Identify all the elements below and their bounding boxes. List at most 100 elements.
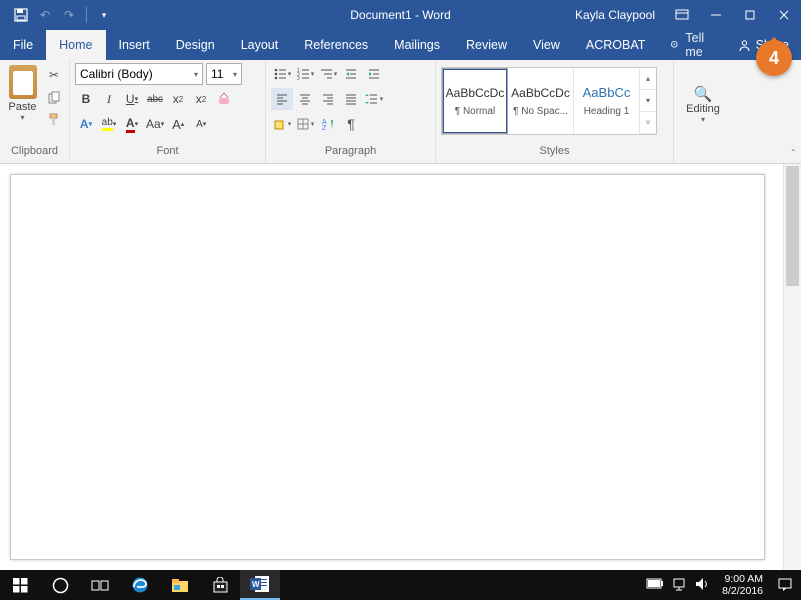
group-label-styles: Styles — [441, 145, 668, 163]
system-tray — [640, 577, 716, 594]
borders-button[interactable]: ▾ — [294, 113, 316, 135]
highlight-button[interactable]: ab▾ — [98, 113, 120, 135]
style-name-nospace: ¶ No Spac... — [513, 106, 568, 117]
tab-acrobat[interactable]: ACROBAT — [573, 30, 659, 60]
ribbon-display-options-icon[interactable] — [665, 0, 699, 30]
network-icon[interactable] — [672, 577, 687, 594]
ribbon: Paste ▾ ✂ Clipboard Calibri (Body)▾ — [0, 60, 801, 164]
tab-review[interactable]: Review — [453, 30, 520, 60]
svg-text:1: 1 — [297, 68, 300, 74]
align-right-button[interactable] — [317, 88, 339, 110]
style-heading1[interactable]: AaBbCc Heading 1 — [574, 68, 640, 134]
title-right: Kayla Claypool — [575, 0, 801, 30]
align-left-button[interactable] — [271, 88, 293, 110]
callout-number: 4 — [769, 48, 779, 69]
align-center-button[interactable] — [294, 88, 316, 110]
style-name-heading1: Heading 1 — [584, 106, 630, 117]
redo-icon[interactable]: ↷ — [58, 4, 80, 26]
callout-marker: 4 — [756, 40, 792, 76]
tab-layout[interactable]: Layout — [228, 30, 292, 60]
minimize-button[interactable] — [699, 0, 733, 30]
cortana-icon[interactable] — [40, 570, 80, 600]
tab-mailings[interactable]: Mailings — [381, 30, 453, 60]
underline-button[interactable]: U▾ — [121, 88, 143, 110]
superscript-button[interactable]: x2 — [190, 88, 212, 110]
store-icon[interactable] — [200, 570, 240, 600]
style-normal[interactable]: AaBbCcDc ¶ Normal — [442, 68, 508, 134]
style-preview: AaBbCcDc — [446, 86, 505, 100]
justify-button[interactable] — [340, 88, 362, 110]
increase-indent-button[interactable] — [363, 63, 385, 85]
styles-row-up-icon[interactable]: ▴ — [640, 68, 656, 90]
battery-icon[interactable] — [646, 578, 664, 592]
decrease-indent-button[interactable] — [340, 63, 362, 85]
editing-dropdown[interactable]: 🔍 Editing ▾ — [679, 63, 727, 145]
taskbar-clock[interactable]: 9:00 AM 8/2/2016 — [716, 573, 769, 597]
bold-button[interactable]: B — [75, 88, 97, 110]
group-label-clipboard: Clipboard — [5, 145, 64, 163]
maximize-button[interactable] — [733, 0, 767, 30]
collapse-ribbon-icon[interactable]: ˆ — [792, 149, 795, 160]
tab-home[interactable]: Home — [46, 30, 105, 60]
group-clipboard: Paste ▾ ✂ Clipboard — [0, 60, 70, 163]
tab-references[interactable]: References — [291, 30, 381, 60]
styles-gallery: AaBbCcDc ¶ Normal AaBbCcDc ¶ No Spac... … — [441, 67, 657, 135]
grow-font-button[interactable]: A▴ — [167, 113, 189, 135]
action-center-icon[interactable] — [769, 570, 801, 600]
svg-text:Z: Z — [322, 125, 327, 131]
paste-button[interactable]: Paste ▾ — [5, 63, 40, 145]
vertical-scrollbar[interactable] — [783, 164, 801, 570]
word-taskbar-icon[interactable]: W — [240, 570, 280, 600]
volume-icon[interactable] — [695, 577, 710, 594]
sort-button[interactable]: AZ — [317, 113, 339, 135]
tell-me-label: Tell me — [685, 31, 713, 59]
cut-icon[interactable]: ✂ — [44, 65, 64, 85]
clipboard-icon — [9, 65, 37, 99]
group-font: Calibri (Body)▾ 11▾ B I U▾ abc x2 x2 A▾ … — [70, 60, 266, 163]
edge-icon[interactable] — [120, 570, 160, 600]
line-spacing-button[interactable]: ▾ — [363, 88, 385, 110]
italic-button[interactable]: I — [98, 88, 120, 110]
start-button[interactable] — [0, 570, 40, 600]
copy-icon[interactable] — [44, 87, 64, 107]
styles-expand-icon[interactable]: ▿ — [640, 112, 656, 134]
text-effects-button[interactable]: A▾ — [75, 113, 97, 135]
multilevel-list-button[interactable]: ▾ — [317, 63, 339, 85]
styles-row-down-icon[interactable]: ▾ — [640, 90, 656, 112]
font-size-combo[interactable]: 11▾ — [206, 63, 242, 85]
group-label-paragraph: Paragraph — [271, 145, 430, 163]
show-marks-button[interactable]: ¶ — [340, 113, 362, 135]
document-title: Document1 - Word — [350, 8, 450, 22]
shading-button[interactable]: ▾ — [271, 113, 293, 135]
change-case-button[interactable]: Aa▾ — [144, 113, 166, 135]
strikethrough-button[interactable]: abc — [144, 88, 166, 110]
tab-file[interactable]: File — [0, 30, 46, 60]
style-no-spacing[interactable]: AaBbCcDc ¶ No Spac... — [508, 68, 574, 134]
bullets-button[interactable]: ▾ — [271, 63, 293, 85]
clear-formatting-icon[interactable] — [213, 88, 235, 110]
shrink-font-button[interactable]: A▾ — [190, 113, 212, 135]
task-view-icon[interactable] — [80, 570, 120, 600]
group-label-font: Font — [75, 145, 260, 163]
qat-customize-icon[interactable]: ▾ — [93, 4, 115, 26]
tab-view[interactable]: View — [520, 30, 573, 60]
group-paragraph: ▾ 123▾ ▾ ▾ ▾ ▾ AZ ¶ Paragraph — [266, 60, 436, 163]
save-icon[interactable] — [10, 4, 32, 26]
undo-icon[interactable]: ↶ — [34, 4, 56, 26]
ribbon-tabs: File Home Insert Design Layout Reference… — [0, 30, 801, 60]
font-color-button[interactable]: A▾ — [121, 113, 143, 135]
style-preview: AaBbCc — [583, 85, 631, 100]
subscript-button[interactable]: x2 — [167, 88, 189, 110]
tab-insert[interactable]: Insert — [106, 30, 163, 60]
scrollbar-thumb[interactable] — [786, 166, 799, 286]
qat-separator — [86, 7, 87, 23]
tell-me-search[interactable]: Tell me — [658, 30, 725, 60]
document-page[interactable] — [10, 174, 765, 560]
format-painter-icon[interactable] — [44, 109, 64, 129]
font-size-value: 11 — [211, 67, 223, 81]
tab-design[interactable]: Design — [163, 30, 228, 60]
numbering-button[interactable]: 123▾ — [294, 63, 316, 85]
font-name-combo[interactable]: Calibri (Body)▾ — [75, 63, 203, 85]
close-button[interactable] — [767, 0, 801, 30]
file-explorer-icon[interactable] — [160, 570, 200, 600]
